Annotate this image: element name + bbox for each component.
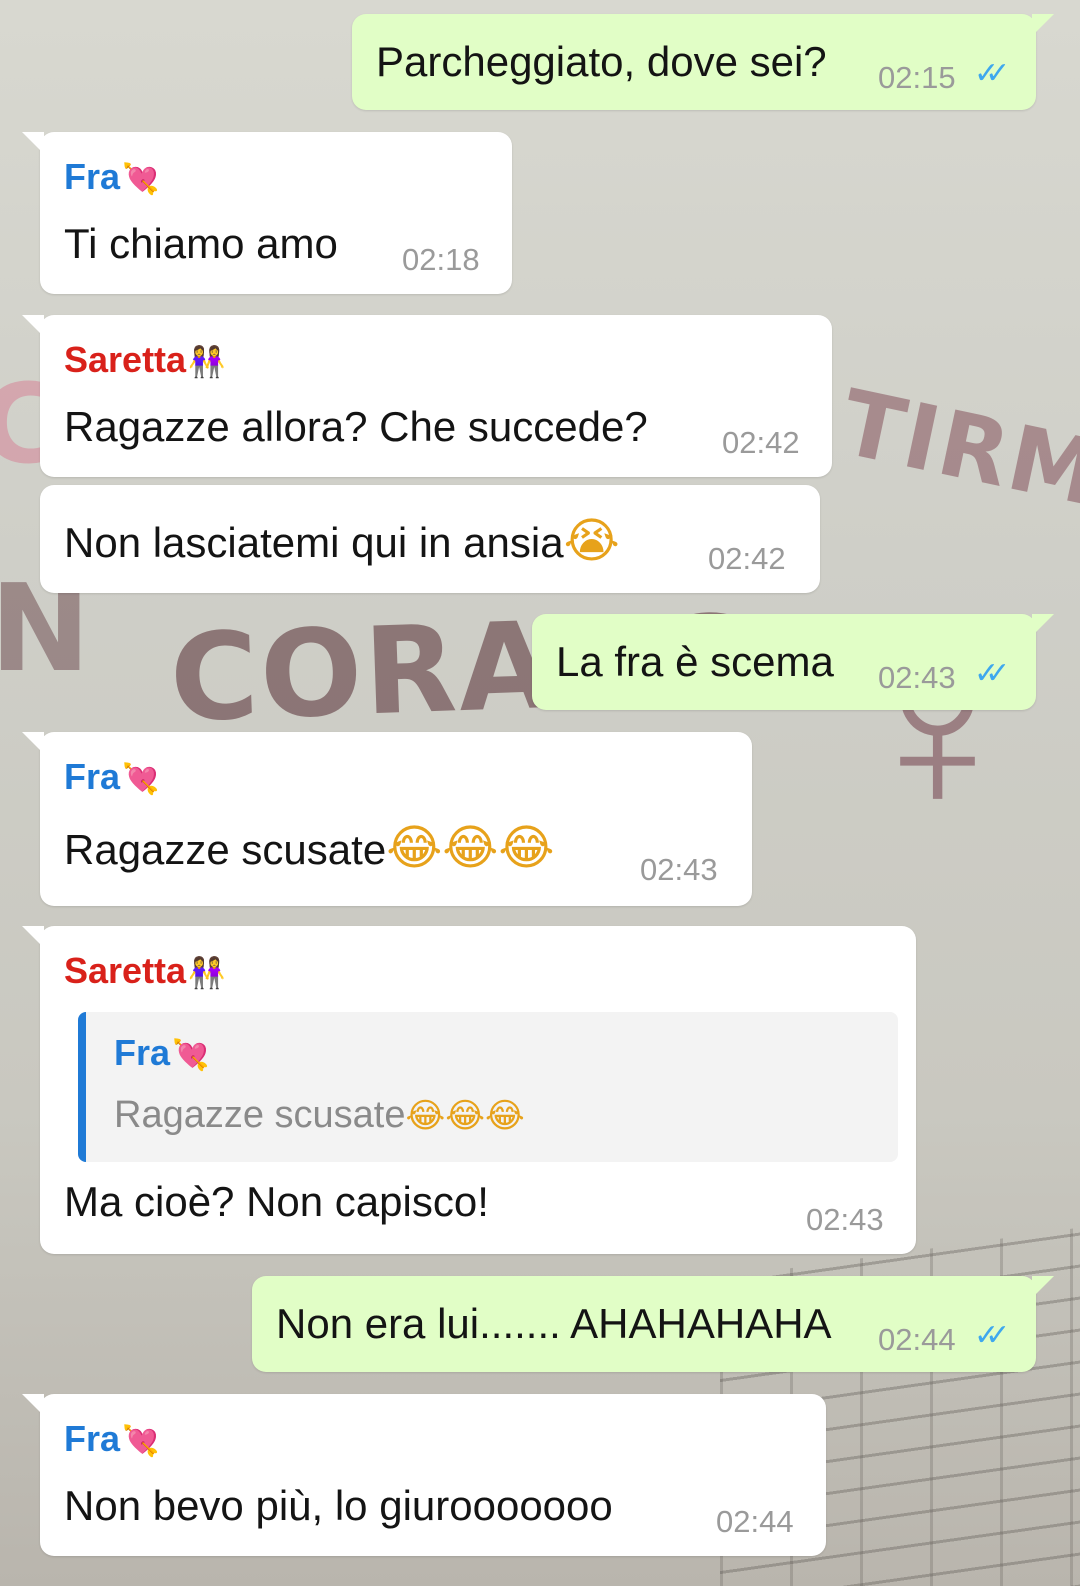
message-text: Non lasciatemi qui in ansia😭	[64, 513, 620, 569]
message-time: 02:43	[878, 660, 956, 695]
quoted-message[interactable]: Fra💘 Ragazze scusate😂😂😂	[78, 1012, 898, 1162]
message-incoming[interactable]: Fra💘 Non bevo più, lo giurooooooo 02:44	[22, 1394, 826, 1556]
heart-arrow-icon: 💘	[122, 762, 160, 797]
double-check-icon: ✓✓	[974, 657, 1010, 690]
message-text: La fra è scema	[556, 638, 834, 685]
message-text: Ragazze allora? Che succede?	[64, 403, 648, 450]
message-time: 02:18	[402, 242, 480, 277]
wallpaper-graffiti: TIRMI	[832, 370, 1080, 535]
message-time: 02:43	[806, 1202, 884, 1237]
heart-arrow-icon: 💘	[172, 1038, 210, 1073]
crying-face-icon: 😭	[563, 513, 620, 569]
message-incoming[interactable]: Non lasciatemi qui in ansia😭 02:42	[40, 485, 820, 593]
message-incoming[interactable]: Saretta👭 Ragazze allora? Che succede? 02…	[22, 315, 832, 477]
message-outgoing[interactable]: La fra è scema 02:43 ✓✓	[532, 614, 1054, 710]
two-women-icon: 👭	[188, 956, 226, 991]
quoted-text: Ragazze scusate😂😂😂	[114, 1094, 525, 1136]
message-time: 02:43	[640, 852, 718, 887]
message-time: 02:42	[722, 425, 800, 460]
message-text: Non era lui....... AHAHAHAHA	[276, 1300, 832, 1347]
message-outgoing[interactable]: Non era lui....... AHAHAHAHA 02:44 ✓✓	[252, 1276, 1054, 1372]
quoted-sender-name: Fra💘	[114, 1032, 210, 1073]
two-women-icon: 👭	[188, 345, 226, 380]
heart-arrow-icon: 💘	[122, 1424, 160, 1459]
message-time: 02:15	[878, 60, 956, 95]
tears-of-joy-icon: 😂😂😂	[386, 820, 555, 876]
double-check-icon: ✓✓	[974, 57, 1010, 90]
sender-name: Fra💘	[64, 756, 160, 797]
sender-name: Saretta👭	[64, 339, 226, 380]
message-text: Ti chiamo amo	[64, 220, 338, 267]
message-text: Ma cioè? Non capisco!	[64, 1178, 489, 1225]
message-outgoing[interactable]: Parcheggiato, dove sei? 02:15 ✓✓	[352, 14, 1054, 110]
heart-arrow-icon: 💘	[122, 162, 160, 197]
message-time: 02:42	[708, 541, 786, 576]
double-check-icon: ✓✓	[974, 1319, 1010, 1352]
message-text: Ragazze scusate😂😂😂	[64, 820, 555, 876]
message-incoming[interactable]: Fra💘 Ragazze scusate😂😂😂 02:43	[22, 732, 752, 906]
sender-name: Saretta👭	[64, 950, 226, 991]
tears-of-joy-icon: 😂😂😂	[405, 1096, 525, 1136]
message-time: 02:44	[716, 1504, 794, 1539]
message-text: Non bevo più, lo giurooooooo	[64, 1482, 613, 1529]
message-incoming[interactable]: Fra💘 Ti chiamo amo 02:18	[22, 132, 512, 294]
sender-name: Fra💘	[64, 156, 160, 197]
message-text: Parcheggiato, dove sei?	[376, 38, 827, 85]
message-incoming-reply[interactable]: Saretta👭 Fra💘 Ragazze scusate😂😂😂 Ma cioè…	[22, 926, 916, 1254]
sender-name: Fra💘	[64, 1418, 160, 1459]
message-time: 02:44	[878, 1322, 956, 1357]
